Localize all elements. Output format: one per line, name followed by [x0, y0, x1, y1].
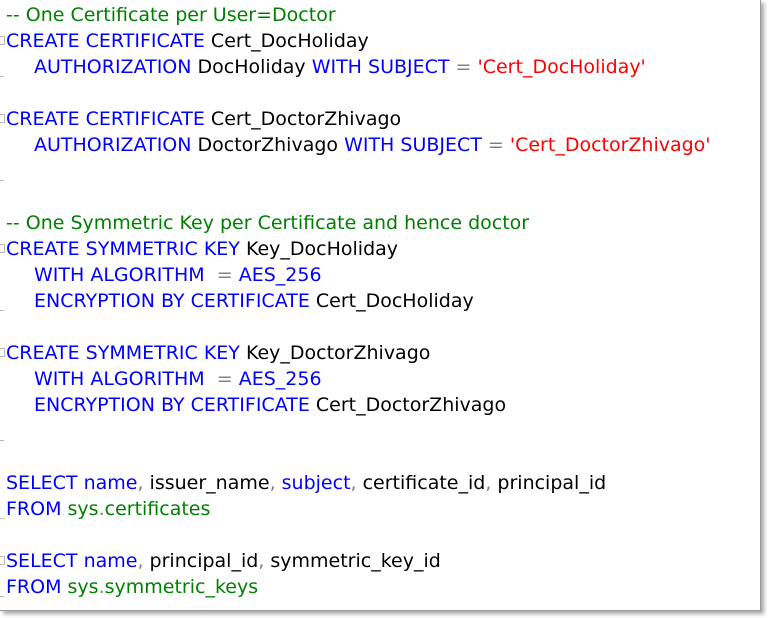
- block-end-marker: [0, 76, 4, 77]
- token-kw: AES_256: [238, 264, 322, 286]
- collapse-marker-icon[interactable]: [0, 244, 5, 253]
- code-line-empty[interactable]: [0, 418, 760, 444]
- token-id: symmetric_key_id: [264, 550, 441, 572]
- token-kw: name: [77, 550, 138, 572]
- code-line[interactable]: WITH ALGORITHM = AES_256: [0, 366, 760, 392]
- token-str: 'Cert_DoctorZhivago': [509, 134, 711, 156]
- code-line[interactable]: CREATE SYMMETRIC KEY Key_DocHoliday: [0, 236, 760, 262]
- block-end-marker: [0, 310, 4, 311]
- code-line-empty[interactable]: [0, 158, 760, 184]
- block-end-marker: [0, 440, 4, 441]
- token-comment: -- One Certificate per User=Doctor: [6, 4, 336, 26]
- code-line-empty[interactable]: [0, 522, 760, 548]
- token-kw: ENCRYPTION BY CERTIFICATE: [34, 290, 310, 312]
- code-text: WITH ALGORITHM = AES_256: [6, 366, 322, 392]
- code-text: FROM sys.certificates: [6, 496, 210, 522]
- code-text: CREATE CERTIFICATE Cert_DoctorZhivago: [6, 106, 401, 132]
- code-text: ENCRYPTION BY CERTIFICATE Cert_DocHolida…: [6, 288, 474, 314]
- code-text: AUTHORIZATION DocHoliday WITH SUBJECT = …: [6, 54, 646, 80]
- token-sys: symmetric_keys: [104, 576, 259, 598]
- token-kw: CREATE SYMMETRIC KEY: [6, 238, 240, 260]
- token-id: Key_DoctorZhivago: [239, 342, 431, 364]
- token-kw: CREATE CERTIFICATE: [6, 30, 205, 52]
- code-line[interactable]: SELECT name, issuer_name, subject, certi…: [0, 470, 760, 496]
- token-kw: AES_256: [238, 368, 322, 390]
- code-line-empty[interactable]: [0, 444, 760, 470]
- token-id: issuer_name: [143, 472, 270, 494]
- code-line-empty[interactable]: [0, 184, 760, 210]
- token-kw: AUTHORIZATION: [34, 134, 192, 156]
- token-kw: CREATE SYMMETRIC KEY: [6, 342, 240, 364]
- token-str: 'Cert_DocHoliday': [477, 56, 646, 78]
- collapse-marker-icon[interactable]: [0, 556, 5, 565]
- token-id: Cert_DocHoliday: [204, 30, 369, 52]
- code-text: -- One Certificate per User=Doctor: [6, 2, 336, 28]
- code-line[interactable]: -- One Symmetric Key per Certificate and…: [0, 210, 760, 236]
- block-end-marker: [0, 518, 4, 519]
- token-kw: CREATE CERTIFICATE: [6, 108, 205, 130]
- code-line[interactable]: AUTHORIZATION DocHoliday WITH SUBJECT = …: [0, 54, 760, 80]
- token-kw: subject: [275, 472, 351, 494]
- code-text: CREATE CERTIFICATE Cert_DocHoliday: [6, 28, 369, 54]
- token-op: =: [204, 368, 239, 390]
- token-kw: WITH ALGORITHM: [34, 264, 205, 286]
- code-line[interactable]: SELECT name, principal_id, symmetric_key…: [0, 548, 760, 574]
- token-id: DocHoliday: [191, 56, 312, 78]
- code-text: WITH ALGORITHM = AES_256: [6, 262, 322, 288]
- token-comment: -- One Symmetric Key per Certificate and…: [6, 212, 530, 234]
- collapse-marker-icon[interactable]: [0, 36, 5, 45]
- token-sys: certificates: [104, 498, 211, 520]
- token-id: Cert_DoctorZhivago: [204, 108, 402, 130]
- token-kw: WITH SUBJECT: [344, 134, 482, 156]
- code-text: SELECT name, issuer_name, subject, certi…: [6, 470, 606, 496]
- token-kw: SELECT: [6, 550, 78, 572]
- token-kw: WITH ALGORITHM: [34, 368, 205, 390]
- code-line[interactable]: FROM sys.certificates: [0, 496, 760, 522]
- token-kw: name: [77, 472, 138, 494]
- token-kw: WITH SUBJECT: [311, 56, 450, 78]
- code-line[interactable]: CREATE SYMMETRIC KEY Key_DoctorZhivago: [0, 340, 760, 366]
- token-kw: ENCRYPTION BY CERTIFICATE: [34, 394, 310, 416]
- code-line[interactable]: CREATE CERTIFICATE Cert_DocHoliday: [0, 28, 760, 54]
- code-text: CREATE SYMMETRIC KEY Key_DoctorZhivago: [6, 340, 430, 366]
- token-kw: AUTHORIZATION: [34, 56, 192, 78]
- code-line[interactable]: AUTHORIZATION DoctorZhivago WITH SUBJECT…: [0, 132, 760, 158]
- token-id: Cert_DocHoliday: [309, 290, 474, 312]
- code-line[interactable]: FROM sys.symmetric_keys: [0, 574, 760, 600]
- token-id: Cert_DoctorZhivago: [309, 394, 507, 416]
- token-op: =: [449, 56, 478, 78]
- block-end-marker: [0, 180, 4, 181]
- code-line[interactable]: -- One Certificate per User=Doctor: [0, 2, 760, 28]
- token-id: principal_id: [143, 550, 259, 572]
- token-kw: FROM: [6, 498, 62, 520]
- collapse-marker-icon[interactable]: [0, 114, 5, 123]
- sql-editor[interactable]: -- One Certificate per User=Doctor CREATE…: [0, 0, 761, 611]
- code-text: SELECT name, principal_id, symmetric_key…: [6, 548, 441, 574]
- code-text: FROM sys.symmetric_keys: [6, 574, 258, 600]
- token-op: =: [204, 264, 239, 286]
- code-line-empty[interactable]: [0, 80, 760, 106]
- code-text: CREATE SYMMETRIC KEY Key_DocHoliday: [6, 236, 398, 262]
- code-line[interactable]: CREATE CERTIFICATE Cert_DoctorZhivago: [0, 106, 760, 132]
- code-text: AUTHORIZATION DoctorZhivago WITH SUBJECT…: [6, 132, 711, 158]
- code-line[interactable]: ENCRYPTION BY CERTIFICATE Cert_DocHolida…: [0, 288, 760, 314]
- token-op: =: [481, 134, 510, 156]
- token-id: certificate_id: [356, 472, 486, 494]
- token-sys: sys: [61, 576, 99, 598]
- token-id: DoctorZhivago: [191, 134, 345, 156]
- token-sys: sys: [61, 498, 99, 520]
- token-kw: FROM: [6, 576, 62, 598]
- code-text: -- One Symmetric Key per Certificate and…: [6, 210, 529, 236]
- token-kw: SELECT: [6, 472, 78, 494]
- collapse-marker-icon[interactable]: [0, 348, 5, 357]
- token-id: principal_id: [491, 472, 607, 494]
- code-line-empty[interactable]: [0, 314, 760, 340]
- code-line[interactable]: ENCRYPTION BY CERTIFICATE Cert_DoctorZhi…: [0, 392, 760, 418]
- code-text: ENCRYPTION BY CERTIFICATE Cert_DoctorZhi…: [6, 392, 506, 418]
- token-id: Key_DocHoliday: [239, 238, 399, 260]
- block-end-marker: [0, 596, 4, 597]
- code-line[interactable]: WITH ALGORITHM = AES_256: [0, 262, 760, 288]
